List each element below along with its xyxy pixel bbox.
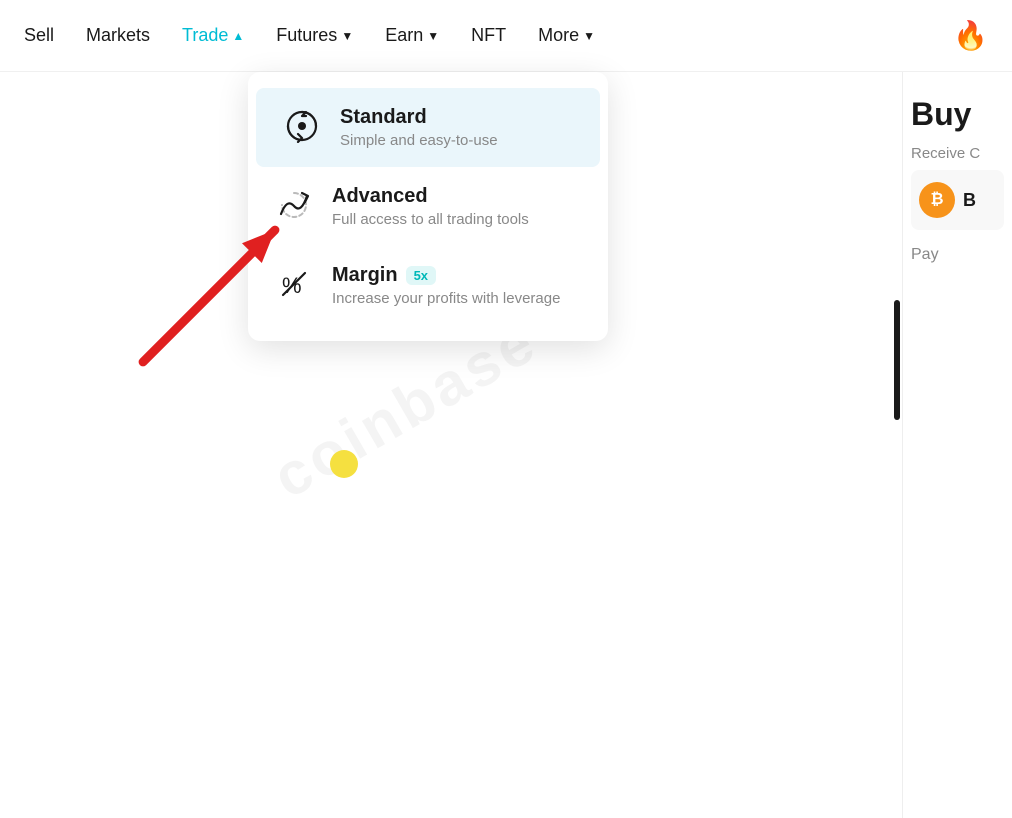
nav-item-sell[interactable]: Sell [24, 25, 54, 46]
advanced-title: Advanced [332, 185, 529, 208]
dropdown-item-advanced[interactable]: Advanced Full access to all trading tool… [248, 167, 608, 246]
nav-label-markets: Markets [86, 25, 150, 46]
nav-end: 🔥 [953, 19, 988, 52]
buy-label: Buy [903, 72, 1012, 133]
btc-label: B [963, 190, 976, 211]
standard-subtitle: Simple and easy-to-use [340, 132, 498, 149]
margin-icon: % [276, 266, 312, 302]
btc-icon: ₿ [919, 182, 955, 218]
margin-subtitle: Increase your profits with leverage [332, 290, 560, 307]
dropdown-item-margin[interactable]: % Margin 5x Increase your profits with l… [248, 246, 608, 325]
trade-dropdown-arrow-up: ▲ [232, 29, 244, 43]
fire-icon[interactable]: 🔥 [953, 19, 988, 52]
btc-row: ₿ B [911, 170, 1004, 230]
standard-title: Standard [340, 106, 498, 129]
earn-dropdown-arrow: ▼ [427, 29, 439, 43]
nav-label-nft: NFT [471, 25, 506, 46]
nav-label-more: More [538, 25, 579, 46]
margin-badge: 5x [406, 266, 436, 285]
nav-item-futures[interactable]: Futures ▼ [276, 25, 353, 46]
nav-item-more[interactable]: More ▼ [538, 25, 595, 46]
standard-text: Standard Simple and easy-to-use [340, 106, 498, 149]
pay-label: Pay [903, 238, 1012, 272]
margin-title-text: Margin [332, 264, 398, 287]
yellow-dot [330, 450, 358, 478]
navigation: Sell Markets Trade ▲ Futures ▼ Earn ▼ NF… [0, 0, 1012, 72]
receive-label: Receive C [903, 133, 1012, 162]
advanced-subtitle: Full access to all trading tools [332, 211, 529, 228]
nav-label-sell: Sell [24, 25, 54, 46]
nav-label-futures: Futures [276, 25, 337, 46]
nav-label-earn: Earn [385, 25, 423, 46]
futures-dropdown-arrow: ▼ [341, 29, 353, 43]
margin-title: Margin 5x [332, 264, 560, 287]
btc-symbol: ₿ [930, 191, 943, 209]
standard-icon [284, 108, 320, 144]
margin-text: Margin 5x Increase your profits with lev… [332, 264, 560, 307]
advanced-icon [276, 187, 312, 223]
advanced-text: Advanced Full access to all trading tool… [332, 185, 529, 228]
right-panel: Buy Receive C ₿ B Pay [902, 72, 1012, 818]
more-dropdown-arrow: ▼ [583, 29, 595, 43]
dropdown-item-standard[interactable]: Standard Simple and easy-to-use [256, 88, 600, 167]
right-scrollbar[interactable] [894, 300, 900, 420]
nav-item-trade[interactable]: Trade ▲ [182, 25, 244, 46]
trade-dropdown: Standard Simple and easy-to-use Advanced… [248, 72, 608, 341]
nav-item-nft[interactable]: NFT [471, 25, 506, 46]
nav-label-trade: Trade [182, 25, 228, 46]
nav-item-earn[interactable]: Earn ▼ [385, 25, 439, 46]
nav-item-markets[interactable]: Markets [86, 25, 150, 46]
